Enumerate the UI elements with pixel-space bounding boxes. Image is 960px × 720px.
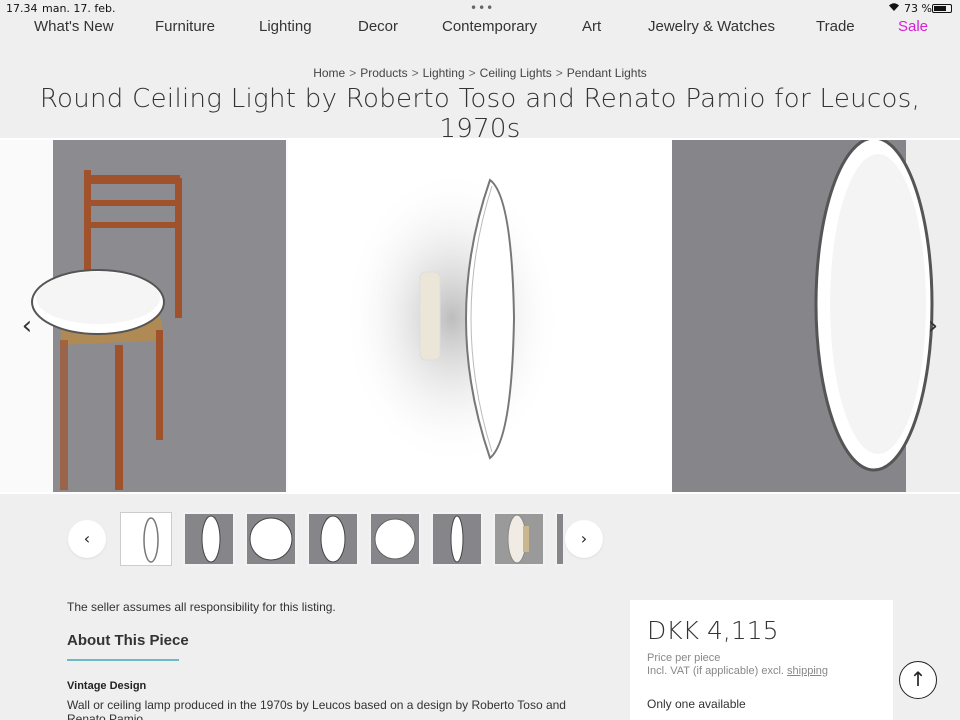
status-bar: 17.34 man. 17. feb. ••• 73 % [0, 0, 960, 16]
thumbnail-4[interactable] [307, 512, 359, 566]
gallery-prev-button[interactable]: ‹ [12, 306, 42, 346]
chevron-right-icon: › [927, 311, 939, 341]
shipping-link[interactable]: shipping [787, 665, 828, 677]
nav-trade[interactable]: Trade [816, 18, 855, 35]
price: DKK 4,115 [647, 616, 779, 645]
thumbnail-5[interactable] [369, 512, 421, 566]
thumbnails-prev-button[interactable]: ‹ [68, 520, 106, 558]
vintage-design-heading: Vintage Design [67, 680, 147, 692]
nav-lighting[interactable]: Lighting [259, 18, 312, 35]
gallery-next-button[interactable]: › [918, 306, 948, 346]
breadcrumb: Home > Products > Lighting > Ceiling Lights > Pe… [0, 66, 960, 80]
nav-whats-new[interactable]: What's New [34, 18, 114, 35]
price-card: DKK 4,115 Price per piece Incl. VAT (if … [630, 600, 893, 720]
nav-jewelry-watches[interactable]: Jewelry & Watches [648, 18, 775, 35]
gallery-image-lamp-side[interactable] [302, 140, 658, 492]
thumbnail-6[interactable] [431, 512, 483, 566]
image-gallery: ‹ › [0, 138, 960, 494]
nav-decor[interactable]: Decor [358, 18, 398, 35]
chevron-left-icon: ‹ [83, 529, 91, 548]
chevron-left-icon: ‹ [21, 311, 33, 341]
thumbnail-1[interactable] [120, 512, 172, 566]
breadcrumb-separator: > [411, 66, 419, 80]
nav-sale[interactable]: Sale [898, 18, 928, 35]
thumbnail-8[interactable] [555, 512, 563, 566]
thumbnail-strip: ‹ › [0, 510, 960, 568]
availability: Only one available [647, 697, 746, 711]
battery-percentage: 73 % [904, 2, 932, 15]
thumbnails-next-button[interactable]: › [565, 520, 603, 558]
breadcrumb-pendant-lights[interactable]: Pendant Lights [567, 66, 647, 80]
breadcrumb-separator: > [349, 66, 357, 80]
product-description: Wall or ceiling lamp produced in the 197… [67, 698, 566, 720]
arrow-up-icon: ↑ [909, 667, 927, 691]
page-title: Round Ceiling Light by Roberto Toso and … [39, 84, 921, 144]
gallery-image-chair[interactable] [0, 140, 288, 492]
breadcrumb-ceiling-lights[interactable]: Ceiling Lights [480, 66, 552, 80]
price-label: Price per piece [647, 652, 721, 664]
thumbnail-2[interactable] [183, 512, 235, 566]
nav-furniture[interactable]: Furniture [155, 18, 215, 35]
breadcrumb-products[interactable]: Products [360, 66, 407, 80]
status-time: 17.34 [6, 2, 38, 15]
breadcrumb-separator: > [468, 66, 476, 80]
vat-note: Incl. VAT (if applicable) excl. shipping [647, 665, 828, 677]
nav-contemporary[interactable]: Contemporary [442, 18, 537, 35]
scroll-top-button[interactable]: ↑ [899, 661, 937, 699]
nav-art[interactable]: Art [582, 18, 601, 35]
about-heading-underline [67, 659, 179, 661]
seller-disclaimer: The seller assumes all responsibility fo… [67, 600, 336, 614]
about-heading: About This Piece [67, 632, 189, 649]
breadcrumb-home[interactable]: Home [313, 66, 345, 80]
status-date: man. 17. feb. [42, 2, 116, 15]
wifi-icon [888, 2, 900, 15]
vat-text: Incl. VAT (if applicable) excl. [647, 665, 784, 677]
battery-icon [932, 4, 952, 13]
gallery-image-lamp-closeup[interactable] [672, 140, 960, 492]
multitask-dots-icon[interactable]: ••• [470, 1, 494, 15]
main-navigation: What's New Furniture Lighting Decor Cont… [0, 18, 960, 40]
thumbnail-3[interactable] [245, 512, 297, 566]
thumbnail-7[interactable] [493, 512, 545, 566]
breadcrumb-separator: > [555, 66, 563, 80]
breadcrumb-lighting[interactable]: Lighting [423, 66, 465, 80]
chevron-right-icon: › [580, 529, 588, 548]
